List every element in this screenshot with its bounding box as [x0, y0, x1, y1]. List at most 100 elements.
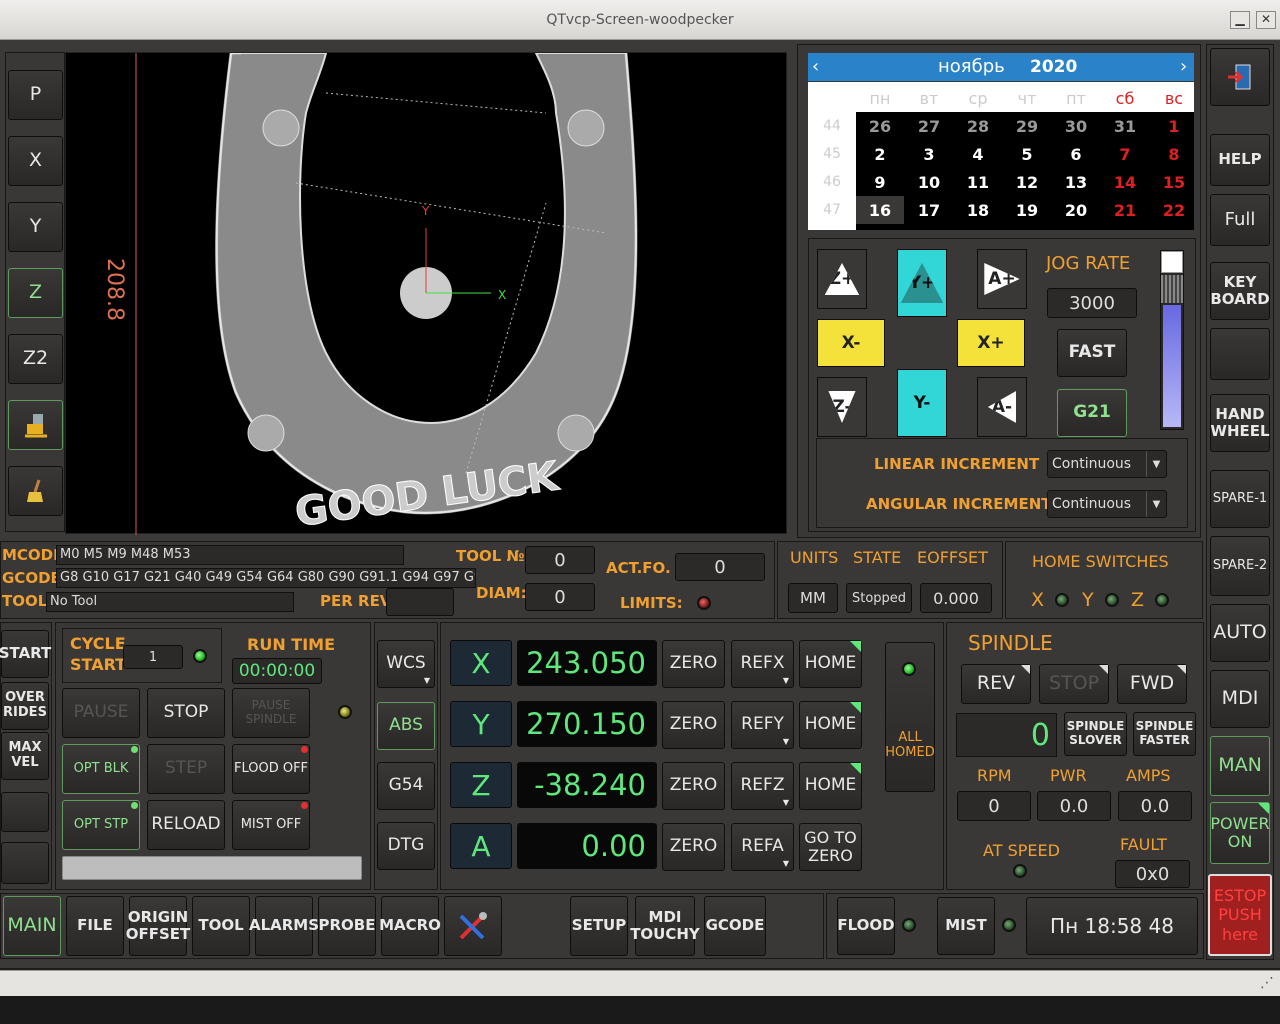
- zero-y-button[interactable]: ZERO: [662, 701, 725, 749]
- jog-a-minus-button[interactable]: A-: [977, 377, 1027, 437]
- day-cell[interactable]: 28: [954, 112, 1002, 140]
- step-button[interactable]: STEP: [147, 744, 225, 794]
- view-z2-button[interactable]: Z2: [8, 334, 63, 384]
- day-cell[interactable]: 27: [905, 112, 953, 140]
- auto-mode-button[interactable]: AUTO: [1210, 604, 1270, 662]
- day-cell[interactable]: 20: [1052, 196, 1100, 224]
- view-x-button[interactable]: X: [8, 136, 63, 186]
- jog-rate-slider[interactable]: [1160, 250, 1184, 430]
- jog-y-minus-button[interactable]: Y-: [897, 369, 947, 437]
- opt-blk-button[interactable]: OPT BLK: [62, 744, 140, 794]
- spindle-fwd-button[interactable]: FWD: [1117, 664, 1187, 704]
- exit-icon[interactable]: [1210, 48, 1270, 106]
- close-icon[interactable]: ✕: [1256, 11, 1276, 29]
- refz-button[interactable]: REFZ ▼: [731, 762, 794, 810]
- zero-a-button[interactable]: ZERO: [662, 823, 725, 871]
- zero-x-button[interactable]: ZERO: [662, 640, 725, 688]
- day-cell[interactable]: 7: [1101, 140, 1149, 168]
- day-cell[interactable]: 1: [1150, 112, 1198, 140]
- view-y-button[interactable]: Y: [8, 202, 63, 252]
- spindle-slower-button[interactable]: SPINDLE SLOVER: [1064, 712, 1127, 756]
- day-cell[interactable]: 29: [1003, 112, 1051, 140]
- tab-mdi-touchy[interactable]: MDI TOUCHY: [630, 896, 700, 956]
- g54-button[interactable]: G54: [377, 762, 435, 810]
- mdi-mode-button[interactable]: MDI: [1210, 670, 1270, 728]
- refx-button[interactable]: REFX ▼: [731, 640, 794, 688]
- opt-stp-button[interactable]: OPT STP: [62, 800, 140, 850]
- minimize-button[interactable]: ▁: [1230, 11, 1250, 29]
- tab-macro[interactable]: MACRO: [379, 896, 441, 956]
- spare-1-button[interactable]: SPARE-1: [1210, 470, 1270, 528]
- go-to-zero-button[interactable]: GO TO ZERO: [799, 823, 862, 871]
- refa-button[interactable]: REFA ▼: [731, 823, 794, 871]
- view-p-button[interactable]: P: [8, 70, 63, 120]
- mist-off-button[interactable]: MIST OFF: [232, 800, 310, 850]
- fullscreen-button[interactable]: Full: [1210, 194, 1270, 246]
- manual-mode-button[interactable]: MAN: [1210, 736, 1270, 796]
- power-on-button[interactable]: POWER ON: [1210, 802, 1270, 864]
- blank-button[interactable]: [1210, 328, 1270, 380]
- clear-broom-icon[interactable]: [8, 466, 63, 516]
- day-cell[interactable]: 31: [1101, 112, 1149, 140]
- blank-side-button[interactable]: [1, 792, 49, 832]
- day-cell[interactable]: 2: [856, 140, 904, 168]
- day-cell[interactable]: 5: [1003, 140, 1051, 168]
- reload-button[interactable]: RELOAD: [147, 800, 225, 850]
- grip-icon[interactable]: ⋰: [1260, 975, 1274, 991]
- tab-probe[interactable]: PROBE: [318, 896, 376, 956]
- max-vel-button[interactable]: MAX VEL: [1, 732, 49, 780]
- help-button[interactable]: HELP: [1210, 134, 1270, 186]
- day-cell[interactable]: 18: [954, 196, 1002, 224]
- day-cell[interactable]: 21: [1101, 196, 1149, 224]
- tab-alarms[interactable]: ALARMS: [249, 896, 319, 956]
- linear-increment-select[interactable]: Continuous ▼: [1047, 450, 1167, 478]
- jog-fast-button[interactable]: FAST: [1057, 329, 1127, 377]
- jog-a-plus-button[interactable]: A+: [977, 249, 1027, 309]
- tab-origin-offset[interactable]: ORIGIN OFFSET: [126, 896, 190, 956]
- next-month-icon[interactable]: ›: [1180, 56, 1187, 77]
- jog-z-plus-button[interactable]: Z+: [817, 249, 867, 309]
- tab-setup[interactable]: SETUP: [570, 896, 628, 956]
- refy-button[interactable]: REFY ▼: [731, 701, 794, 749]
- tab-file[interactable]: FILE: [66, 896, 124, 956]
- home-x-button[interactable]: HOME: [799, 640, 862, 688]
- zero-z-button[interactable]: ZERO: [662, 762, 725, 810]
- flood-button[interactable]: FLOOD: [837, 897, 895, 955]
- day-cell[interactable]: 13: [1052, 168, 1100, 196]
- tab-gcode[interactable]: GCODE: [704, 896, 766, 956]
- calendar-month[interactable]: ноябрь: [938, 56, 1005, 77]
- mist-button[interactable]: MIST: [937, 897, 995, 955]
- day-cell[interactable]: 22: [1150, 196, 1198, 224]
- day-cell[interactable]: 8: [1150, 140, 1198, 168]
- prev-month-icon[interactable]: ‹: [812, 56, 819, 77]
- pause-button[interactable]: PAUSE: [62, 688, 140, 738]
- dtg-button[interactable]: DTG: [377, 822, 435, 870]
- day-cell[interactable]: 17: [905, 196, 953, 224]
- day-cell[interactable]: 26: [856, 112, 904, 140]
- day-cell[interactable]: 9: [856, 168, 904, 196]
- pause-spindle-button[interactable]: PAUSE SPINDLE: [232, 688, 310, 738]
- tab-main[interactable]: MAIN: [3, 896, 61, 956]
- angular-increment-select[interactable]: Continuous ▼: [1047, 490, 1167, 518]
- spare-2-button[interactable]: SPARE-2: [1210, 536, 1270, 596]
- home-y-button[interactable]: HOME: [799, 701, 862, 749]
- day-cell-selected[interactable]: 16: [856, 196, 904, 224]
- spindle-faster-button[interactable]: SPINDLE FASTER: [1133, 712, 1196, 756]
- cycle-count[interactable]: 1: [123, 645, 183, 669]
- flood-off-button[interactable]: FLOOD OFF: [232, 744, 310, 794]
- day-cell[interactable]: 15: [1150, 168, 1198, 196]
- start-button[interactable]: START: [0, 630, 51, 678]
- day-cell[interactable]: 19: [1003, 196, 1051, 224]
- estop-button[interactable]: ESTOP PUSH here: [1208, 874, 1272, 956]
- spindle-rev-button[interactable]: REV: [961, 664, 1031, 704]
- day-cell[interactable]: 6: [1052, 140, 1100, 168]
- jog-x-plus-button[interactable]: X+: [957, 319, 1025, 367]
- day-cell[interactable]: 12: [1003, 168, 1051, 196]
- day-cell[interactable]: 3: [905, 140, 953, 168]
- wcs-button[interactable]: WCS ▼: [377, 640, 435, 688]
- day-cell[interactable]: 10: [905, 168, 953, 196]
- abs-button[interactable]: ABS: [377, 702, 435, 750]
- handwheel-button[interactable]: HAND WHEEL: [1210, 394, 1270, 452]
- blank-side-button[interactable]: [1, 842, 49, 884]
- keyboard-button[interactable]: KEY BOARD: [1210, 262, 1270, 320]
